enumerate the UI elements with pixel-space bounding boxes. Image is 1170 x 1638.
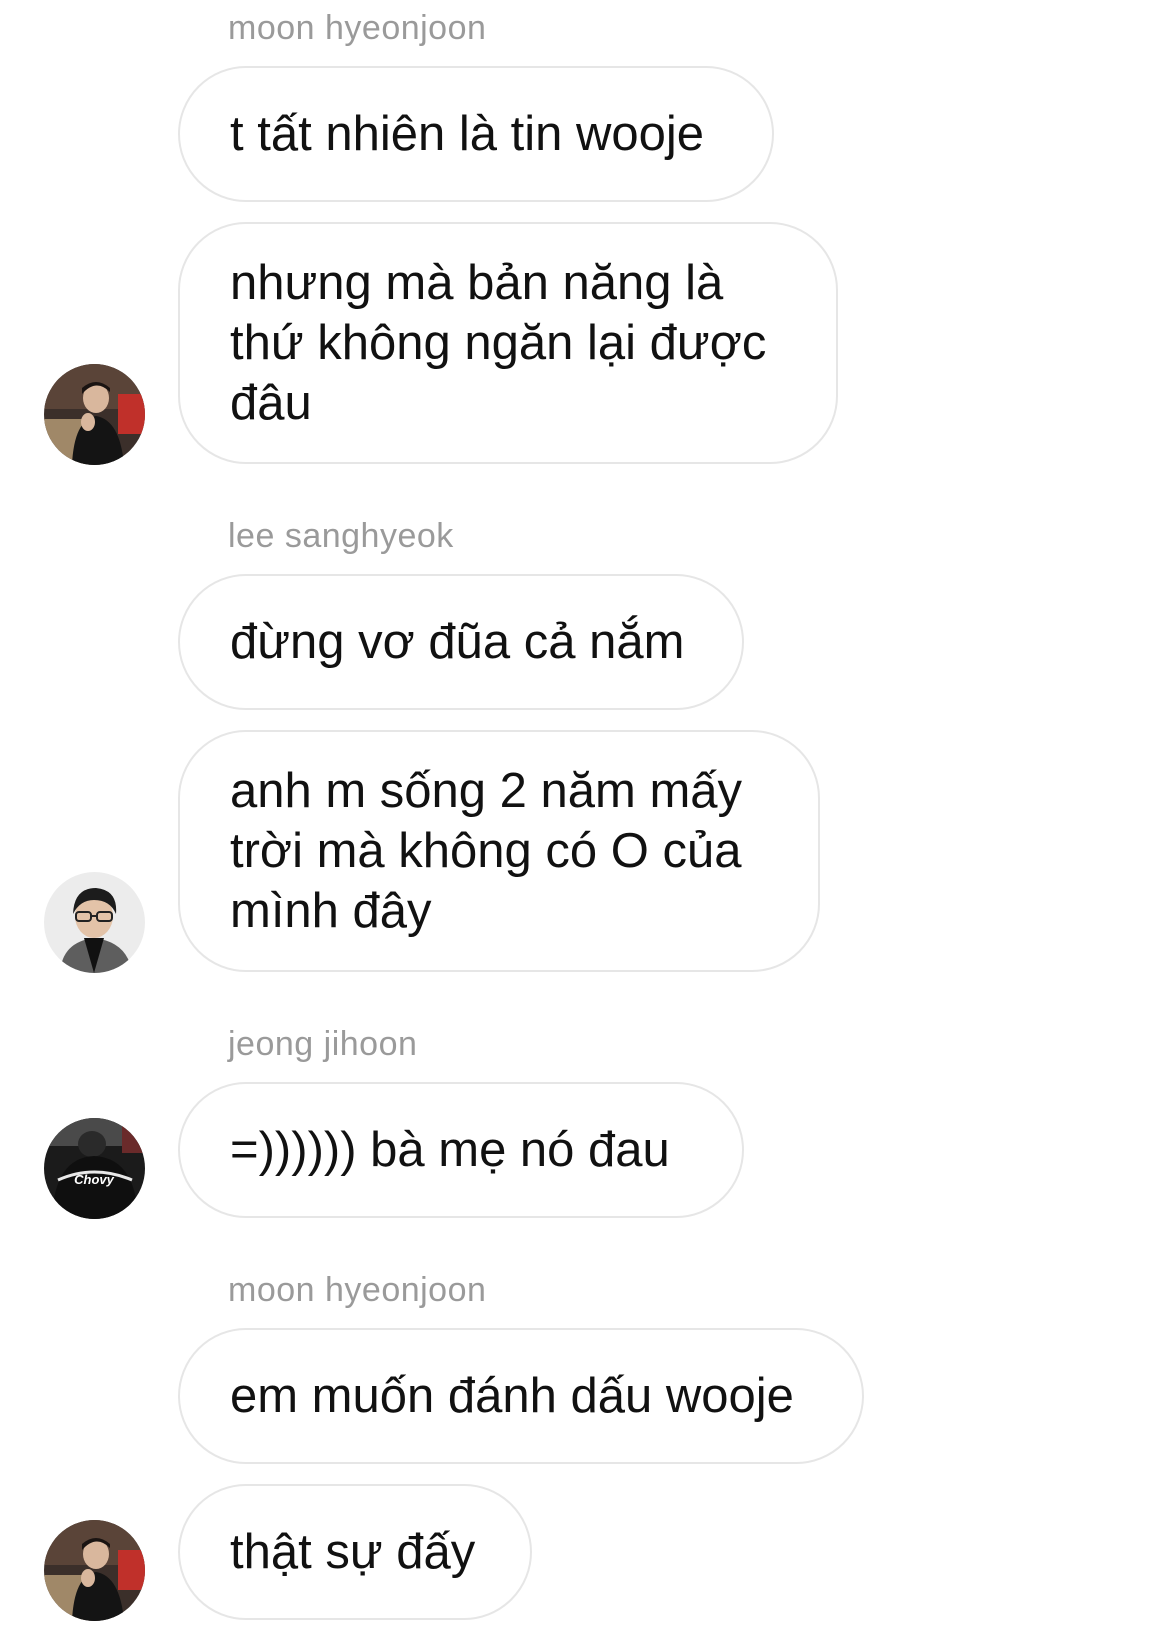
message-text: đừng vơ đũa cả nắm [230,615,685,669]
message-text: em muốn đánh dấu wooje [230,1369,794,1423]
sender-name: lee sanghyeok [228,517,454,555]
message-text: anh m sống 2 năm mấy trời mà không có O … [230,764,743,938]
user-avatar-photo-icon [44,364,145,465]
jacket-logo: Chovy [74,1172,115,1187]
avatar[interactable] [44,364,145,465]
message-text: =)))))) bà mẹ nó đau [230,1123,670,1177]
message-text: nhưng mà bản năng là thứ không ngăn lại … [230,256,767,430]
message-bubble[interactable]: nhưng mà bản năng là thứ không ngăn lại … [178,222,838,464]
sender-name: jeong jihoon [228,1025,418,1063]
user-avatar-photo-icon [44,1520,145,1621]
message-bubble[interactable]: thật sự đấy [178,1484,532,1620]
avatar[interactable] [44,1520,145,1621]
message-bubble[interactable]: =)))))) bà mẹ nó đau [178,1082,744,1218]
message-bubble[interactable]: anh m sống 2 năm mấy trời mà không có O … [178,730,820,972]
sender-name: moon hyeonjoon [228,1271,487,1309]
message-bubble[interactable]: em muốn đánh dấu wooje [178,1328,864,1464]
chat-screen: { "messages": [ { "sender": "moon hyeonj… [0,0,1170,1638]
message-bubble[interactable]: t tất nhiên là tin wooje [178,66,774,202]
avatar[interactable]: Chovy [44,1118,145,1219]
avatar[interactable] [44,872,145,973]
message-bubble[interactable]: đừng vơ đũa cả nắm [178,574,744,710]
user-avatar-photo-icon [44,872,145,973]
message-text: t tất nhiên là tin wooje [230,107,704,161]
message-text: thật sự đấy [230,1525,476,1579]
user-avatar-photo-icon: Chovy [44,1118,145,1219]
sender-name: moon hyeonjoon [228,9,487,47]
